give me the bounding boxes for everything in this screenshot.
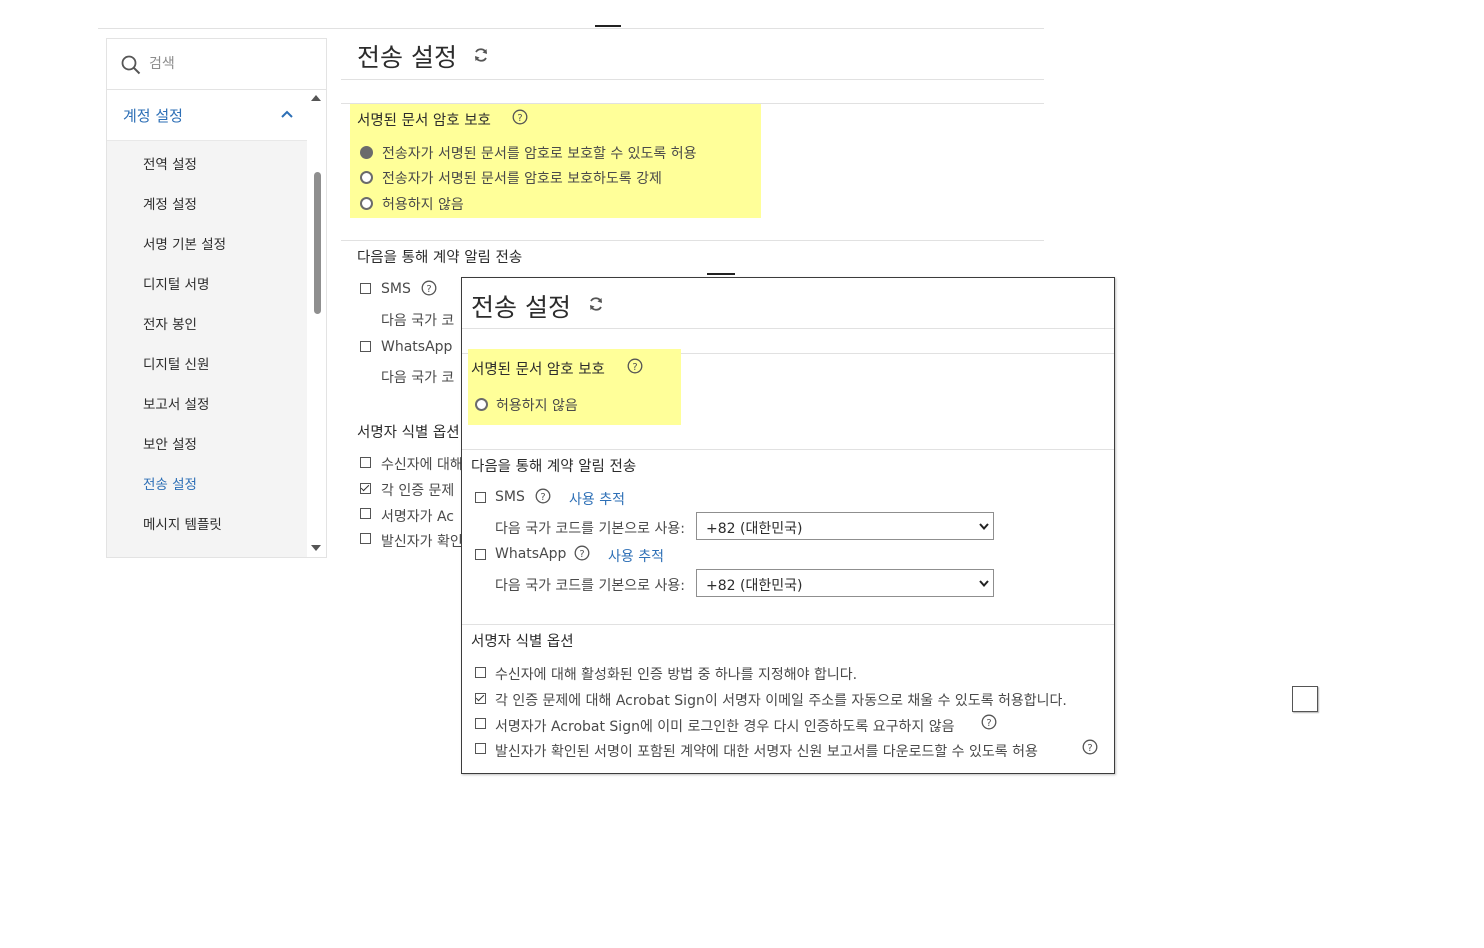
whatsapp-country-code-select[interactable]: +82 (대한민국)	[696, 569, 994, 597]
sidebar-item-send-settings[interactable]: 전송 설정	[143, 473, 197, 493]
svg-text:?: ?	[1087, 743, 1092, 754]
radio-force-label: 전송자가 서명된 문서를 암호로 보호하도록 강제	[382, 171, 662, 187]
whatsapp-label: WhatsApp	[381, 339, 453, 355]
popup-divider	[462, 328, 1114, 329]
sidebar-item-security-settings[interactable]: 보안 설정	[143, 433, 197, 453]
signer-option-label: 수신자에 대해	[381, 457, 463, 473]
popup-notify-title: 다음을 통해 계약 알림 전송	[471, 459, 637, 475]
svg-text:?: ?	[540, 492, 545, 503]
popup-whatsapp-label: WhatsApp	[495, 546, 567, 562]
svg-text:?: ?	[632, 362, 637, 373]
signer-option-label: 발신자가 확인	[381, 534, 463, 550]
send-settings-popup: 전송 설정 서명된 문서 암호 보호 ? 허용하지 않음 다음을 통해 계약 알…	[461, 277, 1115, 774]
sms-country-code-label: 다음 국가 코드를 기본으로 사용:	[495, 521, 685, 537]
signer-identity-report-label: 발신자가 확인된 서명이 포함된 계약에 대한 서명자 신원 보고서를 다운로드…	[495, 744, 1038, 760]
refresh-icon[interactable]	[588, 296, 604, 312]
signer-skip-reauth-checkbox[interactable]	[475, 718, 486, 729]
sms-checkbox[interactable]	[360, 283, 371, 294]
signer-require-auth-checkbox[interactable]	[475, 667, 486, 678]
section-divider	[341, 240, 1044, 241]
refresh-icon[interactable]	[473, 47, 489, 63]
top-divider	[98, 28, 1044, 29]
help-icon[interactable]: ?	[627, 358, 643, 374]
signer-option-label: 서명자가 Ac	[381, 509, 454, 525]
signer-identity-report-checkbox[interactable]	[475, 743, 486, 754]
title-divider	[341, 79, 1044, 80]
whatsapp-country-code-value: +82 (대한민국)	[706, 578, 803, 594]
sms-country-code-value: +82 (대한민국)	[706, 521, 803, 537]
signer-id-title: 서명자 식별 옵션	[357, 425, 460, 441]
popup-divider	[462, 624, 1114, 625]
popup-divider	[462, 449, 1114, 450]
sms-country-label: 다음 국가 코	[381, 313, 455, 329]
help-icon[interactable]: ?	[535, 488, 551, 504]
popup-caret	[707, 273, 735, 275]
radio-allow-label: 전송자가 서명된 문서를 암호로 보호할 수 있도록 허용	[382, 146, 697, 162]
popup-signer-id-title: 서명자 식별 옵션	[471, 634, 574, 650]
sidebar-item-electronic-seals[interactable]: 전자 봉인	[143, 313, 197, 333]
search-input[interactable]	[149, 52, 309, 76]
radio-disallow-label: 허용하지 않음	[382, 197, 464, 213]
signer-skip-reauth-label: 서명자가 Acrobat Sign에 이미 로그인한 경우 다시 인증하도록 요…	[495, 719, 955, 735]
help-icon[interactable]: ?	[1082, 739, 1098, 755]
chevron-down-icon	[979, 523, 989, 530]
sidebar-item-report-settings[interactable]: 보고서 설정	[143, 393, 209, 413]
help-icon[interactable]: ?	[421, 280, 437, 296]
sidebar-scroll-thumb[interactable]	[314, 172, 321, 314]
help-icon[interactable]: ?	[981, 714, 997, 730]
chevron-up-icon	[281, 110, 293, 118]
svg-text:?: ?	[426, 284, 431, 295]
notify-title: 다음을 통해 계약 알림 전송	[357, 250, 523, 266]
signer-autofill-email-checkbox[interactable]	[475, 693, 486, 704]
sidebar-item-digital-identity[interactable]: 디지털 신원	[143, 353, 209, 373]
signer-option-checkbox[interactable]	[360, 483, 371, 494]
sidebar-item-global-settings[interactable]: 전역 설정	[143, 153, 197, 173]
radio-force[interactable]	[360, 171, 373, 184]
whatsapp-country-code-label: 다음 국가 코드를 기본으로 사용:	[495, 578, 685, 594]
page-title: 전송 설정	[357, 43, 457, 72]
popup-pw-title: 서명된 문서 암호 보호	[471, 362, 605, 378]
popup-sms-checkbox[interactable]	[475, 492, 486, 503]
whatsapp-checkbox[interactable]	[360, 341, 371, 352]
sidebar-section-label: 계정 설정	[123, 107, 183, 125]
sms-usage-tracking-link[interactable]: 사용 추적	[569, 489, 625, 509]
popup-radio-disallow[interactable]	[475, 398, 488, 411]
popup-whatsapp-checkbox[interactable]	[475, 549, 486, 560]
sidebar-scrollbar[interactable]	[310, 93, 322, 553]
sms-country-code-select[interactable]: +82 (대한민국)	[696, 512, 994, 540]
pw-protect-title: 서명된 문서 암호 보호	[357, 113, 491, 129]
search-icon	[121, 55, 141, 75]
chevron-down-icon	[979, 580, 989, 587]
popup-sms-label: SMS	[495, 489, 525, 505]
signer-option-checkbox[interactable]	[360, 457, 371, 468]
settings-sidebar: 계정 설정 전역 설정 계정 설정 서명 기본 설정 디지털 서명 전자 봉인 …	[106, 38, 327, 558]
sidebar-section-account-settings[interactable]: 계정 설정	[107, 90, 307, 141]
signer-require-auth-label: 수신자에 대해 활성화된 인증 방법 중 하나를 지정해야 합니다.	[495, 667, 858, 683]
popup-title: 전송 설정	[471, 293, 571, 322]
search-box[interactable]	[107, 39, 326, 90]
help-icon[interactable]: ?	[574, 545, 590, 561]
sidebar-item-digital-signatures[interactable]: 디지털 서명	[143, 273, 209, 293]
sidebar-item-signature-preferences[interactable]: 서명 기본 설정	[143, 233, 226, 253]
signer-option-checkbox[interactable]	[360, 508, 371, 519]
whatsapp-usage-tracking-link[interactable]: 사용 추적	[608, 546, 664, 566]
top-caret	[595, 25, 621, 27]
help-icon[interactable]: ?	[512, 109, 528, 125]
signer-option-label: 각 인증 문제	[381, 483, 455, 499]
svg-text:?: ?	[986, 718, 991, 729]
empty-square-box	[1292, 686, 1318, 712]
radio-disallow[interactable]	[360, 197, 373, 210]
popup-radio-disallow-label: 허용하지 않음	[496, 398, 578, 414]
svg-text:?: ?	[579, 549, 584, 560]
sidebar-item-message-templates[interactable]: 메시지 템플릿	[143, 513, 222, 533]
sidebar-nav-list: 전역 설정 계정 설정 서명 기본 설정 디지털 서명 전자 봉인 디지털 신원…	[107, 141, 307, 557]
radio-allow[interactable]	[360, 146, 373, 159]
sms-label: SMS	[381, 281, 411, 297]
whatsapp-country-label: 다음 국가 코	[381, 370, 455, 386]
sidebar-item-account-settings[interactable]: 계정 설정	[143, 193, 197, 213]
svg-text:?: ?	[517, 113, 522, 124]
signer-option-checkbox[interactable]	[360, 533, 371, 544]
signer-autofill-email-label: 각 인증 문제에 대해 Acrobat Sign이 서명자 이메일 주소를 자동…	[495, 693, 1067, 709]
